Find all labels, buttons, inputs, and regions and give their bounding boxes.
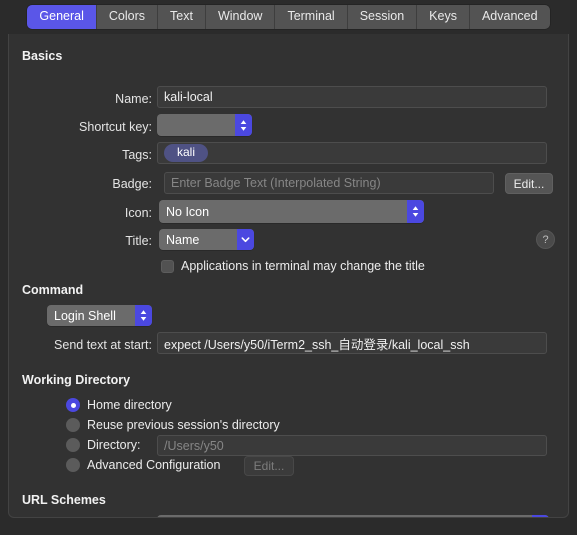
general-settings-panel: Basics Name: kali-local Shortcut key: Ta…	[8, 26, 569, 518]
radio-reuse-previous-directory[interactable]: Reuse previous session's directory	[66, 418, 280, 432]
radio-home-directory-label: Home directory	[87, 398, 172, 412]
radio-icon[interactable]	[66, 458, 80, 472]
radio-custom-directory[interactable]: Directory:	[66, 438, 140, 452]
tab-general[interactable]: General	[27, 5, 97, 29]
radio-icon-selected[interactable]	[66, 398, 80, 412]
command-section-heading: Command	[22, 283, 84, 297]
title-label: Title:	[125, 234, 152, 248]
working-directory-section-heading: Working Directory	[22, 373, 131, 387]
basics-section-heading: Basics	[22, 49, 63, 63]
icon-label: Icon:	[124, 206, 152, 220]
tab-advanced[interactable]: Advanced	[469, 5, 550, 29]
chevron-updown-icon	[135, 305, 152, 326]
tab-text[interactable]: Text	[158, 5, 206, 29]
icon-value: No Icon	[166, 204, 210, 219]
command-type-select[interactable]: Login Shell	[47, 305, 152, 326]
custom-directory-input[interactable]: /Users/y50	[157, 435, 547, 456]
tab-window[interactable]: Window	[205, 5, 276, 29]
shortcut-key-label: Shortcut key:	[79, 120, 152, 134]
badge-edit-button[interactable]: Edit...	[505, 173, 553, 194]
radio-home-directory[interactable]: Home directory	[66, 398, 172, 412]
title-help-button[interactable]: ?	[536, 230, 555, 249]
chevron-updown-icon	[407, 200, 424, 223]
command-type-value: Login Shell	[54, 308, 116, 323]
checkbox-icon[interactable]	[161, 259, 174, 273]
shortcut-key-select[interactable]	[157, 114, 252, 136]
radio-advanced-configuration-label: Advanced Configuration	[87, 458, 221, 472]
badge-input[interactable]: Enter Badge Text (Interpolated String)	[164, 172, 494, 194]
chevron-updown-icon	[235, 114, 252, 136]
title-select[interactable]: Name	[159, 229, 254, 250]
radio-icon[interactable]	[66, 438, 80, 452]
tags-label: Tags:	[122, 148, 152, 162]
tag-token[interactable]: kali	[164, 144, 209, 162]
tab-colors[interactable]: Colors	[96, 5, 159, 29]
send-text-input[interactable]: expect /Users/y50/iTerm2_ssh_自动登录/kali_l…	[157, 332, 547, 354]
radio-advanced-configuration[interactable]: Advanced Configuration	[66, 458, 220, 472]
radio-reuse-previous-directory-label: Reuse previous session's directory	[87, 418, 280, 432]
advanced-configuration-edit-button[interactable]: Edit...	[244, 456, 294, 476]
chevron-down-icon	[237, 229, 254, 250]
tab-terminal[interactable]: Terminal	[275, 5, 348, 29]
apps-change-title-label: Applications in terminal may change the …	[181, 259, 425, 273]
schemes-handled-select[interactable]: Select URL Schemes...	[157, 515, 549, 517]
chevron-down-icon	[532, 515, 549, 517]
name-input[interactable]: kali-local	[157, 86, 547, 108]
send-text-label: Send text at start:	[54, 338, 152, 352]
badge-label: Badge:	[112, 177, 152, 191]
tags-input[interactable]: kali	[157, 142, 547, 164]
title-value: Name	[166, 232, 200, 247]
radio-custom-directory-label: Directory:	[87, 438, 141, 452]
url-schemes-section-heading: URL Schemes	[22, 493, 106, 507]
tab-group: General Colors Text Window Terminal Sess…	[27, 5, 550, 29]
name-label: Name:	[115, 92, 152, 106]
radio-icon[interactable]	[66, 418, 80, 432]
tab-keys[interactable]: Keys	[417, 5, 470, 29]
preferences-tab-bar: General Colors Text Window Terminal Sess…	[0, 0, 577, 34]
apps-change-title-checkbox-row[interactable]: Applications in terminal may change the …	[161, 259, 425, 273]
icon-select[interactable]: No Icon	[159, 200, 424, 223]
tab-session[interactable]: Session	[347, 5, 418, 29]
